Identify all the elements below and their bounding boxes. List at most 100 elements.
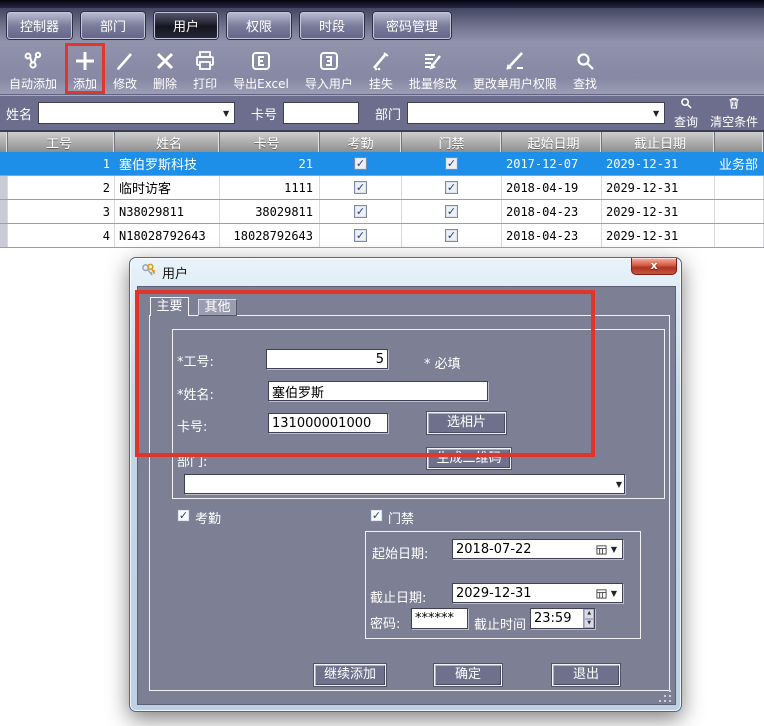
name-filter-combo[interactable]: ▼ bbox=[38, 102, 235, 124]
toolbar-label: 导出Excel bbox=[233, 75, 289, 92]
emp-no-label: *工号: bbox=[177, 351, 214, 370]
column-header-end-date[interactable]: 截止日期 bbox=[602, 132, 715, 152]
keys-icon bbox=[141, 263, 156, 282]
tab-main[interactable]: 主要 bbox=[150, 297, 189, 316]
emp-no-field bbox=[266, 349, 388, 369]
table-row[interactable]: 1 塞伯罗斯科技 21 2017-12-07 2029-12-31 业务部 bbox=[0, 152, 764, 176]
tab-permissions[interactable]: 权限 bbox=[227, 12, 291, 39]
attendance-checkbox[interactable] bbox=[177, 509, 190, 522]
column-header-start-date[interactable]: 起始日期 bbox=[502, 132, 602, 152]
tab-timezones[interactable]: 时段 bbox=[300, 12, 364, 39]
change-user-permission-button[interactable]: 更改单用户权限 bbox=[468, 45, 562, 94]
access-checkbox[interactable] bbox=[445, 205, 458, 218]
search-icon bbox=[679, 96, 693, 113]
cell-dept bbox=[715, 200, 764, 223]
chevron-down-icon[interactable]: ▼ bbox=[218, 109, 234, 118]
chevron-down-icon[interactable]: ▼ bbox=[648, 109, 664, 118]
cell-end-date: 2029-12-31 bbox=[602, 152, 715, 175]
end-time-input[interactable] bbox=[531, 611, 583, 626]
auto-add-button[interactable]: 自动添加 bbox=[4, 45, 62, 94]
card-filter-field[interactable] bbox=[283, 102, 359, 124]
close-button[interactable]: x bbox=[631, 258, 677, 275]
generate-qr-button[interactable]: 生成二维码 bbox=[427, 448, 511, 469]
attendance-checkbox[interactable] bbox=[354, 229, 367, 242]
start-date-input[interactable] bbox=[453, 542, 596, 557]
resize-grip[interactable] bbox=[659, 690, 671, 702]
row-selector[interactable] bbox=[0, 200, 8, 223]
access-checkbox[interactable] bbox=[370, 509, 383, 522]
card-input[interactable] bbox=[269, 416, 387, 431]
table-row[interactable]: 4 N18028792643 18028792643 2018-04-23 20… bbox=[0, 224, 764, 248]
table-row[interactable]: 2 临时访客 1111 2018-04-19 2029-12-31 bbox=[0, 176, 764, 200]
cell-dept: 业务部 bbox=[715, 152, 764, 175]
dialog-title: 用户 bbox=[162, 263, 188, 282]
modify-button[interactable]: 修改 bbox=[108, 45, 142, 94]
attendance-checkbox[interactable] bbox=[354, 205, 367, 218]
end-date-field[interactable]: ▼ bbox=[452, 583, 623, 603]
dropdown-arrow-icon[interactable]: ▼ bbox=[609, 545, 619, 554]
import-user-button[interactable]: 导入用户 bbox=[300, 45, 358, 94]
tab-controller[interactable]: 控制器 bbox=[7, 12, 72, 39]
name-filter-label: 姓名 bbox=[6, 104, 32, 123]
attendance-checkbox[interactable] bbox=[354, 181, 367, 194]
export-excel-icon bbox=[249, 47, 273, 74]
cell-start-date: 2017-12-07 bbox=[502, 152, 602, 175]
dept-input[interactable] bbox=[185, 477, 614, 492]
delete-button[interactable]: 删除 bbox=[148, 45, 182, 94]
card-filter-input[interactable] bbox=[284, 103, 362, 123]
find-button[interactable]: 查找 bbox=[568, 45, 602, 94]
access-checkbox[interactable] bbox=[445, 181, 458, 194]
spinner-up-button[interactable]: ▲ bbox=[584, 609, 594, 619]
cell-access bbox=[402, 224, 502, 247]
start-date-field[interactable]: ▼ bbox=[452, 539, 623, 559]
cell-access bbox=[402, 152, 502, 175]
cell-card: 1111 bbox=[220, 176, 320, 199]
tab-department[interactable]: 部门 bbox=[81, 12, 145, 39]
name-filter-input[interactable] bbox=[39, 103, 218, 123]
row-selector[interactable] bbox=[0, 224, 8, 247]
continue-add-button[interactable]: 继续添加 bbox=[314, 664, 386, 686]
dept-filter-input[interactable] bbox=[408, 103, 648, 123]
batch-modify-button[interactable]: 批量修改 bbox=[404, 45, 462, 94]
cell-card: 38029811 bbox=[220, 200, 320, 223]
name-input[interactable] bbox=[269, 384, 487, 399]
column-header-attendance[interactable]: 考勤 bbox=[320, 132, 402, 152]
ok-button[interactable]: 确定 bbox=[434, 664, 502, 686]
dropdown-arrow-icon[interactable]: ▼ bbox=[609, 589, 619, 598]
toolbar: 自动添加 添加 修改 删除 打印 bbox=[0, 42, 764, 95]
query-button[interactable]: 查询 bbox=[671, 96, 701, 130]
end-date-input[interactable] bbox=[453, 586, 596, 601]
report-loss-button[interactable]: 挂失 bbox=[364, 45, 398, 94]
row-selector[interactable] bbox=[0, 176, 8, 199]
column-header-card[interactable]: 卡号 bbox=[220, 132, 320, 152]
exit-button[interactable]: 退出 bbox=[552, 664, 620, 686]
column-header-dept[interactable] bbox=[715, 132, 764, 152]
attendance-label: 考勤 bbox=[195, 508, 221, 527]
cell-start-date: 2018-04-23 bbox=[502, 224, 602, 247]
add-button[interactable]: 添加 bbox=[68, 45, 102, 94]
tab-other[interactable]: 其他 bbox=[198, 299, 237, 316]
row-selector[interactable] bbox=[0, 152, 8, 175]
print-button[interactable]: 打印 bbox=[188, 45, 222, 94]
cell-attendance bbox=[320, 224, 402, 247]
attendance-checkbox[interactable] bbox=[354, 157, 367, 170]
choose-photo-button[interactable]: 选相片 bbox=[427, 412, 506, 434]
dept-combo[interactable]: ▼ bbox=[184, 474, 625, 494]
clear-conditions-button[interactable]: 清空条件 bbox=[707, 96, 761, 130]
tab-password-mgmt[interactable]: 密码管理 bbox=[373, 12, 451, 39]
table-row[interactable]: 3 N38029811 38029811 2018-04-23 2029-12-… bbox=[0, 200, 764, 224]
spinner-down-button[interactable]: ▼ bbox=[584, 619, 594, 629]
cell-id: 2 bbox=[8, 176, 115, 199]
column-header-id[interactable]: 工号 bbox=[8, 132, 115, 152]
dialog-title-bar[interactable]: 用户 bbox=[130, 258, 681, 286]
column-header-name[interactable]: 姓名 bbox=[115, 132, 220, 152]
tab-users[interactable]: 用户 bbox=[154, 12, 218, 39]
emp-no-input[interactable] bbox=[267, 352, 387, 367]
column-header-access[interactable]: 门禁 bbox=[402, 132, 502, 152]
access-checkbox[interactable] bbox=[445, 229, 458, 242]
dept-filter-combo[interactable]: ▼ bbox=[407, 102, 665, 124]
access-checkbox[interactable] bbox=[445, 157, 458, 170]
export-excel-button[interactable]: 导出Excel bbox=[228, 45, 294, 94]
password-input[interactable] bbox=[412, 611, 467, 626]
chevron-down-icon[interactable]: ▼ bbox=[614, 480, 624, 489]
